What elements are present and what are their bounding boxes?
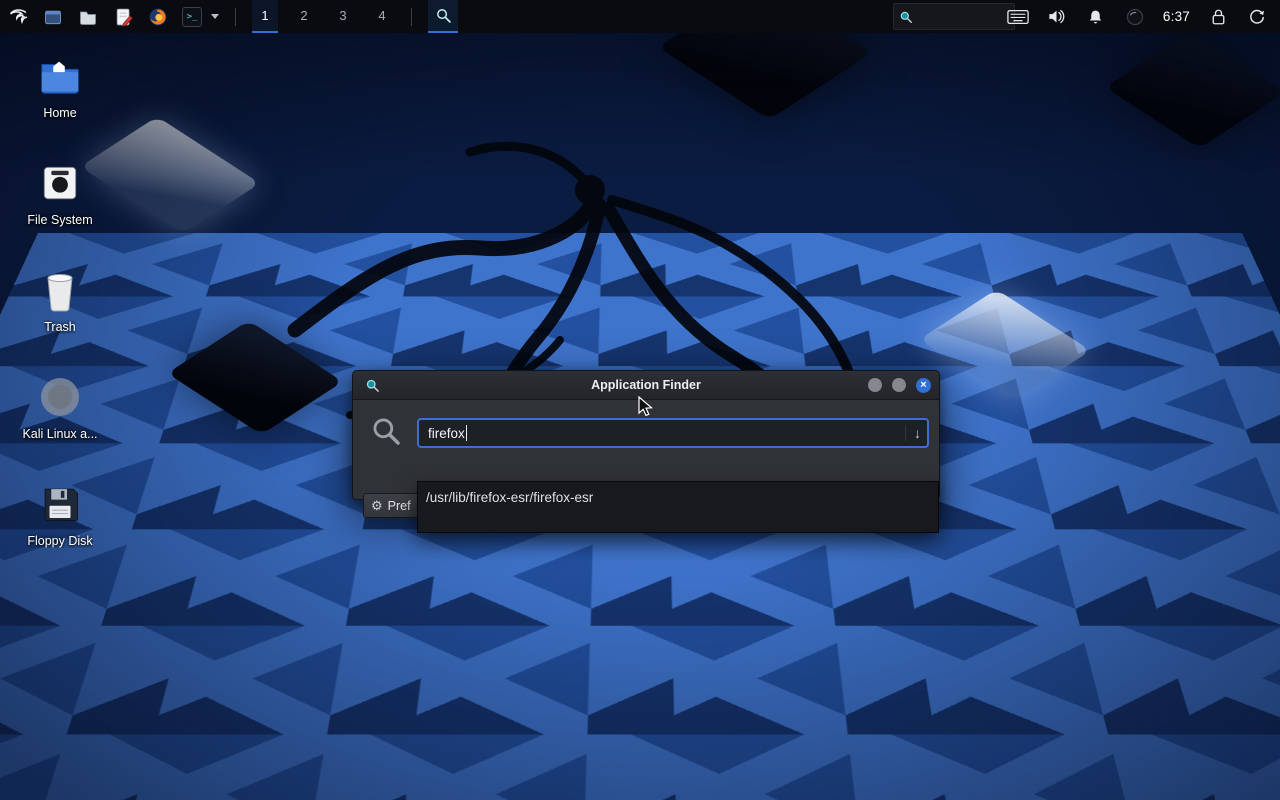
- application-finder-window: Application Finder × firefox ↓ ⚙ Pref /u…: [352, 370, 940, 500]
- volume-icon[interactable]: [1046, 6, 1068, 28]
- desktop-icon-label: Floppy Disk: [27, 534, 92, 548]
- kali-menu-icon[interactable]: [7, 6, 29, 28]
- notifications-bell-icon[interactable]: [1085, 6, 1107, 28]
- tasklist-item-application-finder[interactable]: [893, 3, 1015, 30]
- desktop-icon-floppy-disk[interactable]: Floppy Disk: [10, 480, 110, 587]
- window-title: Application Finder: [353, 378, 939, 392]
- logout-power-icon[interactable]: [1246, 6, 1268, 28]
- desktop-icon-home[interactable]: Home: [10, 52, 110, 159]
- panel-separator: [411, 8, 412, 26]
- desktop-icon-label: Home: [43, 106, 76, 120]
- floppy-disk-icon: [36, 480, 84, 528]
- text-editor-icon[interactable]: [112, 6, 134, 28]
- status-circle-icon[interactable]: [1124, 6, 1146, 28]
- desktop-icon-trash[interactable]: Trash: [10, 266, 110, 373]
- desktop-icon-label: File System: [27, 213, 92, 227]
- dropdown-arrow-icon[interactable]: ↓: [905, 425, 921, 441]
- drive-icon: [36, 159, 84, 207]
- completion-popup: /usr/lib/firefox-esr/firefox-esr: [417, 481, 939, 533]
- panel-search-button[interactable]: [428, 0, 458, 33]
- workspace-2[interactable]: 2: [291, 0, 317, 33]
- firefox-icon[interactable]: [147, 6, 169, 28]
- desktop-icons: Home File System Trash: [10, 52, 110, 587]
- top-panel: >_ 1 2 3 4: [0, 0, 1280, 33]
- clock[interactable]: 6:37: [1163, 9, 1190, 24]
- home-folder-icon: [36, 52, 84, 100]
- mouse-cursor: [637, 396, 657, 418]
- files-app-icon[interactable]: [42, 6, 64, 28]
- workspace-4[interactable]: 4: [369, 0, 395, 33]
- terminal-icon[interactable]: >_: [182, 7, 202, 27]
- launcher-dropdown-caret-icon[interactable]: [211, 14, 219, 19]
- search-input[interactable]: firefox ↓: [417, 418, 929, 448]
- panel-separator: [235, 8, 236, 26]
- desktop-icon-label: Kali Linux a...: [22, 427, 97, 441]
- window-app-icon: [361, 374, 383, 396]
- tasklist-app-icon: [899, 10, 913, 24]
- search-icon: [370, 415, 402, 452]
- desktop-icon-file-system[interactable]: File System: [10, 159, 110, 266]
- search-input-value: firefox: [428, 426, 465, 441]
- trash-icon: [36, 266, 84, 314]
- maximize-button[interactable]: [892, 378, 906, 392]
- terminal-prompt-glyph: >_: [187, 12, 198, 22]
- lock-icon[interactable]: [1207, 6, 1229, 28]
- gear-icon: ⚙: [371, 498, 383, 514]
- close-button[interactable]: ×: [916, 378, 931, 393]
- desktop-icon-label: Trash: [44, 320, 76, 334]
- workspace-3[interactable]: 3: [330, 0, 356, 33]
- text-caret: [466, 425, 468, 441]
- workspace-1[interactable]: 1: [252, 0, 278, 33]
- file-manager-icon[interactable]: [77, 6, 99, 28]
- kali-circle-icon: [36, 373, 84, 421]
- completion-item[interactable]: /usr/lib/firefox-esr/firefox-esr: [418, 482, 938, 511]
- preferences-label: Pref: [388, 499, 411, 513]
- minimize-button[interactable]: [868, 378, 882, 392]
- desktop-icon-kali-docs[interactable]: Kali Linux a...: [10, 373, 110, 480]
